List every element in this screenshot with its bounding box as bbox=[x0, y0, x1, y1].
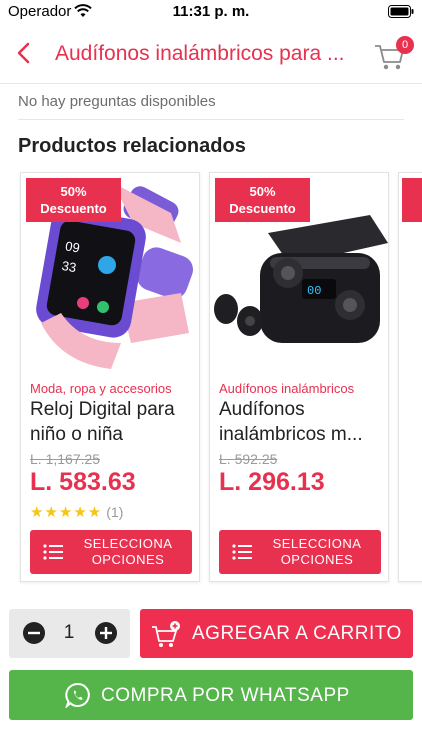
rating-count: (1) bbox=[106, 504, 124, 520]
whatsapp-purchase-button[interactable]: COMPRA POR WHATSAPP bbox=[9, 670, 413, 720]
status-bar: Operador 11:31 p. m. bbox=[0, 0, 422, 24]
whatsapp-icon bbox=[65, 682, 90, 708]
back-arrow-icon[interactable] bbox=[10, 38, 40, 68]
minus-icon[interactable] bbox=[23, 622, 45, 644]
svg-text:09: 09 bbox=[64, 238, 81, 255]
status-time: 11:31 p. m. bbox=[172, 3, 250, 20]
product-card-partial[interactable] bbox=[398, 172, 422, 582]
product-category[interactable]: Audífonos inalámbricos bbox=[219, 381, 354, 396]
list-icon bbox=[43, 544, 63, 560]
plus-icon[interactable] bbox=[95, 622, 117, 644]
discount-badge: 50% Descuento bbox=[26, 178, 121, 222]
add-to-cart-icon bbox=[152, 621, 180, 647]
section-divider bbox=[18, 119, 404, 120]
product-name[interactable]: Reloj Digital para niño o niña bbox=[30, 397, 195, 447]
whatsapp-label: COMPRA POR WHATSAPP bbox=[101, 685, 350, 706]
navigation-bar: Audífonos inalámbricos para ... 0 bbox=[0, 26, 422, 84]
svg-text:33: 33 bbox=[61, 258, 78, 275]
discount-badge: 50% Descuento bbox=[215, 178, 310, 222]
star-rating: ★★★★★ bbox=[30, 504, 103, 521]
battery-icon bbox=[388, 5, 414, 18]
cart-count-badge: 0 bbox=[396, 36, 414, 54]
product-old-price: L. 1,167.25 bbox=[30, 451, 101, 467]
no-questions-message: No hay preguntas disponibles bbox=[18, 93, 216, 110]
product-price: L. 583.63 bbox=[30, 468, 136, 496]
discount-badge bbox=[402, 178, 422, 222]
product-rating: ★★★★★ (1) bbox=[30, 503, 123, 521]
list-icon bbox=[232, 544, 252, 560]
add-to-cart-button[interactable]: AGREGAR A CARRITO bbox=[140, 609, 413, 658]
select-options-button[interactable]: SELECCIONA OPCIONES bbox=[30, 530, 192, 574]
product-price: L. 296.13 bbox=[219, 468, 325, 496]
related-products-title: Productos relacionados bbox=[18, 135, 246, 157]
product-card[interactable]: 09 33 50% Descuento Moda, ropa y accesor… bbox=[20, 172, 200, 582]
page-title: Audífonos inalámbricos para ... bbox=[55, 42, 345, 65]
quantity-value[interactable]: 1 bbox=[57, 622, 81, 644]
svg-text:00: 00 bbox=[307, 284, 321, 298]
select-options-label: SELECCIONA OPCIONES bbox=[272, 536, 362, 567]
select-options-label: SELECCIONA OPCIONES bbox=[83, 536, 173, 567]
product-old-price: L. 592.25 bbox=[219, 451, 278, 467]
add-to-cart-label: AGREGAR A CARRITO bbox=[192, 623, 402, 644]
quantity-stepper: 1 bbox=[9, 609, 130, 658]
select-options-button[interactable]: SELECCIONA OPCIONES bbox=[219, 530, 381, 574]
product-category[interactable]: Moda, ropa y accesorios bbox=[30, 381, 172, 396]
product-card[interactable]: 00 50% Descuento Audífonos inalámbricos … bbox=[209, 172, 389, 582]
product-name[interactable]: Audífonos inalámbricos m... bbox=[219, 397, 384, 447]
